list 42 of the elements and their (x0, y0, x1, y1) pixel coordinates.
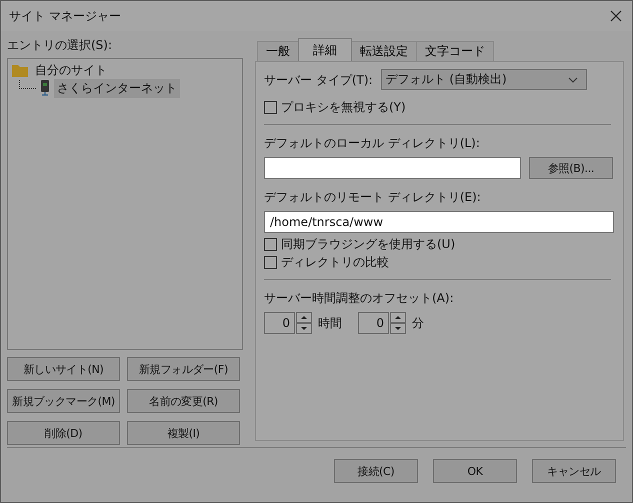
browse-button[interactable]: 参照(B)... (529, 157, 613, 179)
field-label: デフォルトのリモート ディレクトリ(E): (264, 189, 482, 205)
entry-button[interactable]: 名前の変更(R) (127, 389, 240, 413)
unit-label: 時間 (318, 314, 342, 332)
checkbox[interactable] (264, 256, 277, 268)
remote-directory-field[interactable]: /home/tnrsca/www (264, 211, 614, 233)
server-icon (40, 80, 50, 96)
caret-icon (568, 76, 578, 82)
checkbox[interactable] (264, 100, 277, 114)
spinner-arrows-icon[interactable] (296, 312, 312, 334)
close-icon[interactable] (610, 10, 622, 22)
tree-item[interactable]: 自分のサイト (32, 60, 110, 80)
entry-button[interactable]: 新規ブックマーク(M) (7, 389, 120, 413)
dialog-button[interactable]: OK (433, 459, 517, 483)
site-tree[interactable]: 自分のサイト さくらインターネット (7, 58, 243, 350)
dialog-button[interactable]: 接続(C) (334, 459, 418, 483)
entry-button[interactable]: 新規フォルダー(F) (127, 357, 240, 381)
dialog-button[interactable]: キャンセル (532, 459, 616, 483)
number-field[interactable]: 0 (358, 312, 389, 334)
number-field[interactable]: 0 (264, 312, 295, 334)
window-title: サイト マネージャー (9, 8, 121, 24)
tab[interactable]: 文字コード (416, 41, 494, 61)
entry-button[interactable]: 新しいサイト(N) (7, 357, 120, 381)
server-type-dropdown[interactable]: デフォルト (自動検出) (380, 69, 587, 90)
checkbox[interactable] (264, 238, 277, 250)
checkbox-label: 同期ブラウジングを使用する(U) (281, 236, 456, 252)
tree-item[interactable]: さくらインターネット (54, 78, 180, 98)
local-directory-field[interactable] (264, 157, 521, 179)
entry-button[interactable]: 複製(I) (127, 421, 240, 445)
field-label: デフォルトのローカル ディレクトリ(L): (264, 135, 481, 151)
spinner-arrows-icon[interactable] (390, 312, 406, 334)
checkbox-label: プロキシを無視する(Y) (281, 98, 406, 116)
tab[interactable]: 詳細 (298, 38, 352, 61)
tab[interactable]: 一般 (257, 41, 299, 61)
entry-button[interactable]: 削除(D) (7, 421, 120, 445)
entries-label: エントリの選択(S): (7, 37, 114, 53)
checkbox-label: ディレクトリの比較 (281, 254, 389, 270)
tab[interactable]: 転送設定 (351, 41, 417, 61)
field-label: サーバー時間調整のオフセット(A): (264, 290, 455, 306)
field-label: サーバー タイプ(T): (264, 72, 373, 88)
unit-label: 分 (412, 314, 424, 332)
folder-icon (12, 63, 28, 77)
